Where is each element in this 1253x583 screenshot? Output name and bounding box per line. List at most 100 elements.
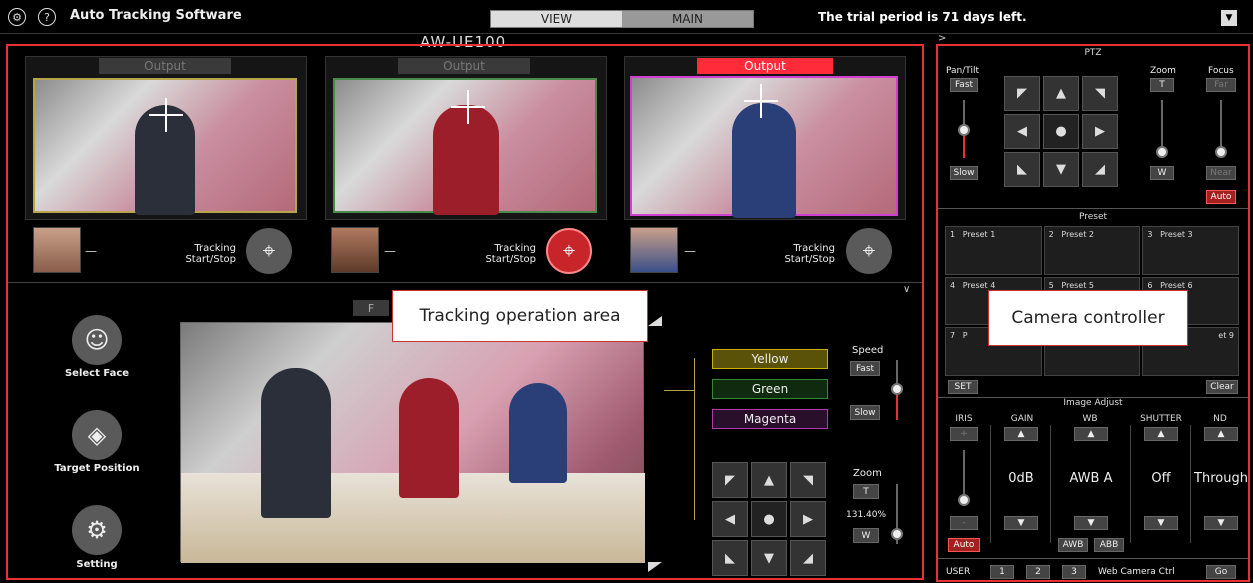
tracking-start-stop-button-3[interactable]: ⌖ — [846, 228, 892, 274]
face-thumbnail-3[interactable] — [630, 227, 678, 273]
ptz-up-button[interactable]: ▲ — [1043, 76, 1079, 111]
tilt-up-button[interactable]: ▲ — [751, 462, 787, 498]
iris-handle[interactable] — [958, 494, 970, 506]
tab-view[interactable]: VIEW — [491, 11, 622, 27]
awb-button[interactable]: AWB — [1058, 538, 1088, 552]
crosshair-icon — [744, 84, 778, 118]
preset-button-1[interactable]: 1 Preset 1 — [945, 226, 1042, 275]
preset-button-3[interactable]: 3 Preset 3 — [1142, 226, 1239, 275]
speed-fast-button[interactable]: Fast — [850, 361, 880, 376]
user-button-1[interactable]: 1 — [990, 565, 1014, 579]
ptz-up-right-button[interactable]: ◥ — [1082, 76, 1118, 111]
ptz-down-right-button[interactable]: ◢ — [1082, 152, 1118, 187]
ptz-up-left-button[interactable]: ◤ — [1004, 76, 1040, 111]
tracking-start-stop-button-2[interactable]: ⌖ — [546, 228, 592, 274]
ptz-zoom-wide-button[interactable]: W — [1150, 166, 1174, 180]
ptz-zoom-handle[interactable] — [1156, 146, 1168, 158]
color-yellow-button[interactable]: Yellow — [712, 349, 828, 369]
target-position-button[interactable]: ◈ — [72, 410, 122, 460]
pan-up-right-button[interactable]: ◥ — [790, 462, 826, 498]
select-face-button[interactable]: ☺ — [72, 315, 122, 365]
target-position-label: Target Position — [54, 463, 140, 474]
face-dash-3: — — [684, 244, 696, 258]
pan-down-right-button[interactable]: ◢ — [790, 540, 826, 576]
ptz-zoom-tele-button[interactable]: T — [1150, 78, 1174, 92]
output-label-2[interactable]: Output — [398, 58, 530, 74]
focus-far-button[interactable]: Far — [1206, 78, 1236, 92]
ptz-left-button[interactable]: ◀ — [1004, 114, 1040, 149]
output-label-1[interactable]: Output — [99, 58, 231, 74]
speed-slider-handle[interactable] — [891, 383, 903, 395]
camera-view-3[interactable] — [630, 76, 898, 218]
user-button-2[interactable]: 2 — [1026, 565, 1050, 579]
gain-label: GAIN — [1010, 414, 1034, 424]
output-label-3[interactable]: Output — [697, 58, 833, 74]
shutter-down-button[interactable]: ▼ — [1144, 516, 1178, 530]
preset-clear-button[interactable]: Clear — [1206, 380, 1238, 394]
zoom-wide-button[interactable]: W — [853, 528, 879, 543]
iris-minus-button[interactable]: - — [950, 516, 978, 530]
ptz-right-button[interactable]: ▶ — [1082, 114, 1118, 149]
help-icon[interactable]: ? — [38, 8, 56, 26]
gain-up-button[interactable]: ▲ — [1004, 427, 1038, 441]
speed-slow-button[interactable]: Slow — [850, 405, 880, 420]
preset-number: 3 — [1147, 230, 1153, 239]
tracking-preview[interactable] — [180, 322, 645, 563]
setting-button[interactable]: ⚙ — [72, 505, 122, 555]
iris-plus-button[interactable]: + — [950, 427, 978, 441]
ptz-title: PTZ — [1084, 48, 1102, 58]
tracking-dpad: ◤ ▲ ◥ ◀ ● ▶ ◣ ▼ ◢ — [712, 462, 828, 576]
preview-tab[interactable]: F — [353, 300, 389, 316]
pantilt-slider-handle[interactable] — [958, 124, 970, 136]
preset-set-button[interactable]: SET — [948, 380, 978, 394]
pan-right-button[interactable]: ▶ — [790, 501, 826, 537]
menu-dropdown-button[interactable]: ▼ — [1221, 10, 1237, 26]
ptz-down-left-button[interactable]: ◣ — [1004, 152, 1040, 187]
zoom-tele-button[interactable]: T — [853, 484, 879, 499]
color-magenta-button[interactable]: Magenta — [712, 409, 828, 429]
zoom-label: Zoom — [853, 468, 882, 479]
gain-down-button[interactable]: ▼ — [1004, 516, 1038, 530]
focus-auto-button[interactable]: Auto — [1206, 190, 1236, 204]
focus-near-button[interactable]: Near — [1206, 166, 1236, 180]
camera-view-1[interactable] — [33, 78, 297, 215]
face-thumbnail-2[interactable] — [331, 227, 379, 273]
gear-icon[interactable]: ⚙ — [8, 8, 26, 26]
ptz-zoom-slider[interactable] — [1161, 100, 1163, 152]
ptz-home-button[interactable]: ● — [1043, 114, 1079, 149]
person-silhouette — [261, 368, 331, 518]
pantilt-fast-button[interactable]: Fast — [950, 78, 978, 92]
face-thumbnail-1[interactable] — [33, 227, 81, 273]
preset-button-2[interactable]: 2 Preset 2 — [1043, 226, 1141, 275]
nd-up-button[interactable]: ▲ — [1204, 427, 1238, 441]
preset-number: 1 — [950, 230, 956, 239]
go-button[interactable]: Go — [1206, 565, 1236, 579]
person-silhouette — [732, 103, 796, 218]
tracking-start-stop-button-1[interactable]: ⌖ — [246, 228, 292, 274]
wb-down-button[interactable]: ▼ — [1074, 516, 1108, 530]
pan-down-left-button[interactable]: ◣ — [712, 540, 748, 576]
tilt-down-button[interactable]: ▼ — [751, 540, 787, 576]
color-green-button[interactable]: Green — [712, 379, 828, 399]
nd-down-button[interactable]: ▼ — [1204, 516, 1238, 530]
face-dash-2: — — [384, 244, 396, 258]
pantilt-slow-button[interactable]: Slow — [950, 166, 978, 180]
ptz-down-button[interactable]: ▼ — [1043, 152, 1079, 187]
preset-name: Preset 3 — [1160, 230, 1193, 239]
zoom-slider-handle[interactable] — [891, 528, 903, 540]
wb-up-button[interactable]: ▲ — [1074, 427, 1108, 441]
divider — [8, 282, 922, 283]
preset-name: et 9 — [1218, 331, 1234, 341]
camera-view-2[interactable] — [333, 78, 597, 215]
tab-main[interactable]: MAIN — [622, 11, 753, 27]
iris-auto-button[interactable]: Auto — [948, 538, 980, 552]
pan-left-button[interactable]: ◀ — [712, 501, 748, 537]
user-button-3[interactable]: 3 — [1062, 565, 1086, 579]
focus-handle[interactable] — [1215, 146, 1227, 158]
shutter-up-button[interactable]: ▲ — [1144, 427, 1178, 441]
home-button[interactable]: ● — [751, 501, 787, 537]
pan-up-left-button[interactable]: ◤ — [712, 462, 748, 498]
abb-button[interactable]: ABB — [1094, 538, 1124, 552]
focus-slider[interactable] — [1220, 100, 1222, 152]
chevron-down-icon[interactable]: ∨ — [903, 284, 917, 296]
